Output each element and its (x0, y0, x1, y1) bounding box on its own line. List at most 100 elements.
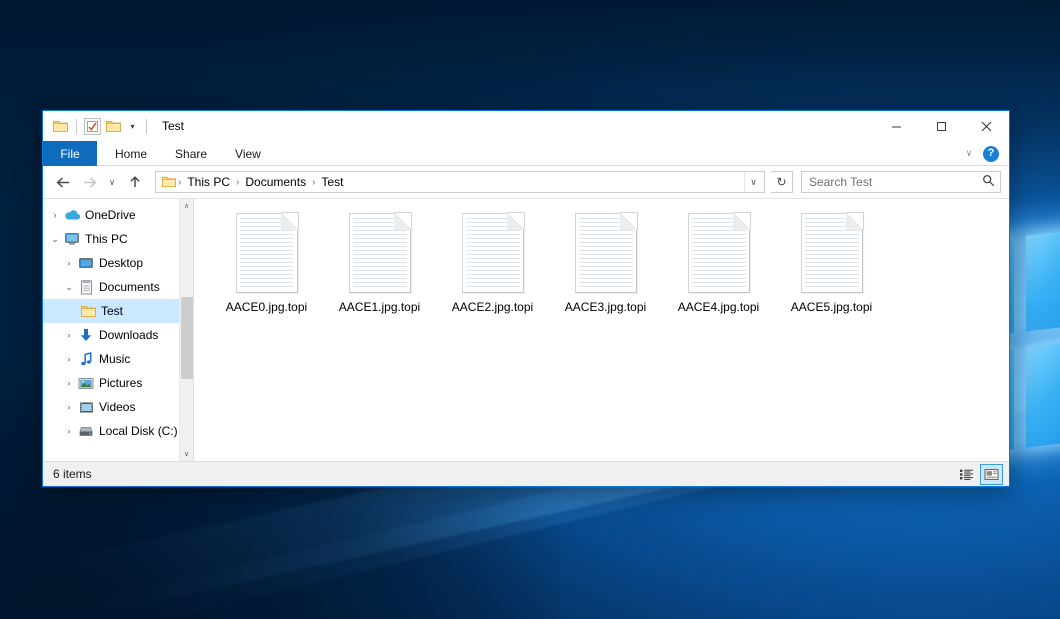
details-view-button[interactable] (955, 464, 978, 485)
twisty-icon[interactable]: › (61, 258, 77, 268)
search-input[interactable]: Search Test (809, 175, 980, 189)
forward-button[interactable] (77, 170, 101, 194)
scrollbar-thumb[interactable] (181, 297, 193, 379)
document-icon (462, 213, 524, 293)
sidebar-item-music[interactable]: › Music (43, 347, 193, 371)
cloud-icon (63, 209, 81, 221)
sidebar-item-downloads[interactable]: › Downloads (43, 323, 193, 347)
sidebar-item-onedrive[interactable]: › OneDrive (43, 203, 193, 227)
sidebar-item-label: This PC (85, 232, 128, 246)
title-bar: ▾ Test (43, 111, 1009, 141)
folder-icon (79, 305, 97, 318)
status-bar: 6 items (43, 461, 1009, 486)
twisty-icon[interactable]: › (61, 402, 77, 412)
new-folder-icon[interactable] (105, 118, 122, 135)
file-name-label: AACE0.jpg.topi (223, 299, 310, 315)
sidebar-item-label: Videos (99, 400, 135, 414)
twisty-icon[interactable]: ⌄ (47, 234, 63, 245)
document-icon (236, 213, 298, 293)
refresh-button[interactable]: ↻ (771, 171, 793, 193)
maximize-button[interactable] (919, 111, 964, 141)
window-title: Test (162, 119, 184, 133)
file-item[interactable]: AACE1.jpg.topi (323, 209, 436, 327)
sidebar-item-pictures[interactable]: › Pictures (43, 371, 193, 395)
qat-separator (146, 119, 147, 134)
file-name-label: AACE4.jpg.topi (675, 299, 762, 315)
chevron-down-icon[interactable]: ∨ (961, 148, 977, 159)
music-icon (77, 352, 95, 367)
document-icon (688, 213, 750, 293)
file-name-label: AACE2.jpg.topi (449, 299, 536, 315)
sidebar-item-test[interactable]: Test (43, 299, 193, 323)
quick-access-toolbar: ▾ Test (43, 111, 184, 141)
sidebar-item-label: Local Disk (C:) (99, 424, 178, 438)
scroll-up-icon[interactable]: ∧ (180, 199, 193, 213)
sidebar-item-label: OneDrive (85, 208, 136, 222)
sidebar-item-this-pc[interactable]: ⌄ This PC (43, 227, 193, 251)
address-dropdown-icon[interactable]: ∨ (744, 172, 762, 192)
twisty-icon[interactable]: ⌄ (61, 282, 77, 293)
breadcrumb-documents[interactable]: Documents (240, 172, 311, 192)
scrollbar-track[interactable] (180, 213, 193, 447)
navigation-bar: ∨ › This PC › Documents › (43, 166, 1009, 198)
properties-icon[interactable] (84, 118, 101, 135)
twisty-icon[interactable]: › (61, 378, 77, 388)
large-icons-view-button[interactable] (980, 464, 1003, 485)
sidebar-item-label: Music (99, 352, 130, 366)
sidebar-item-label: Test (101, 304, 123, 318)
document-icon (575, 213, 637, 293)
drive-icon (77, 425, 95, 438)
tab-share[interactable]: Share (161, 141, 221, 166)
desktop-icon (77, 257, 95, 270)
item-count-label: 6 items (53, 467, 92, 481)
file-item[interactable]: AACE3.jpg.topi (549, 209, 662, 327)
twisty-icon[interactable]: › (61, 330, 77, 340)
recent-locations-icon[interactable]: ∨ (103, 170, 121, 194)
monitor-icon (63, 232, 81, 246)
ribbon-right-controls: ∨ ? (961, 141, 1005, 166)
sidebar-item-label: Downloads (99, 328, 158, 342)
file-name-label: AACE5.jpg.topi (788, 299, 875, 315)
tab-home[interactable]: Home (101, 141, 161, 166)
back-button[interactable] (51, 170, 75, 194)
sidebar-item-desktop[interactable]: › Desktop (43, 251, 193, 275)
ribbon-tab-strip: File Home Share View ∨ ? (43, 141, 1009, 166)
sidebar-item-local-disk-c[interactable]: › Local Disk (C:) (43, 419, 193, 443)
download-icon (77, 328, 95, 343)
file-item[interactable]: AACE4.jpg.topi (662, 209, 775, 327)
sidebar-item-videos[interactable]: › Videos (43, 395, 193, 419)
breadcrumb: › This PC › Documents › Test (160, 172, 744, 192)
file-item[interactable]: AACE5.jpg.topi (775, 209, 888, 327)
pictures-icon (77, 377, 95, 390)
close-button[interactable] (964, 111, 1009, 141)
breadcrumb-test[interactable]: Test (316, 172, 348, 192)
sidebar-item-documents[interactable]: ⌄ Documents (43, 275, 193, 299)
file-name-label: AACE1.jpg.topi (336, 299, 423, 315)
breadcrumb-folder-icon[interactable] (160, 176, 177, 188)
search-icon[interactable] (980, 174, 996, 190)
file-item[interactable]: AACE2.jpg.topi (436, 209, 549, 327)
qat-dropdown-icon[interactable]: ▾ (126, 118, 139, 135)
breadcrumb-this-pc[interactable]: This PC (182, 172, 235, 192)
file-item[interactable]: AACE0.jpg.topi (210, 209, 323, 327)
twisty-icon[interactable]: › (61, 426, 77, 436)
twisty-icon[interactable]: › (61, 354, 77, 364)
documents-icon (77, 280, 95, 295)
sidebar-scrollbar[interactable]: ∧ ∨ (179, 199, 193, 461)
address-bar[interactable]: › This PC › Documents › Test ∨ (155, 171, 765, 193)
videos-icon (77, 401, 95, 414)
tab-file[interactable]: File (43, 141, 97, 166)
help-icon[interactable]: ? (983, 146, 999, 162)
twisty-icon[interactable]: › (47, 210, 63, 220)
up-button[interactable] (123, 170, 147, 194)
window-controls (874, 111, 1009, 141)
document-icon (801, 213, 863, 293)
file-name-label: AACE3.jpg.topi (562, 299, 649, 315)
minimize-button[interactable] (874, 111, 919, 141)
sidebar-item-label: Pictures (99, 376, 142, 390)
file-list-pane[interactable]: AACE0.jpg.topi AACE1.jpg.topi AACE2.jpg.… (194, 199, 1009, 461)
search-box[interactable]: Search Test (801, 171, 1001, 193)
scroll-down-icon[interactable]: ∨ (180, 447, 193, 461)
tab-view[interactable]: View (221, 141, 275, 166)
folder-icon[interactable] (52, 118, 69, 135)
